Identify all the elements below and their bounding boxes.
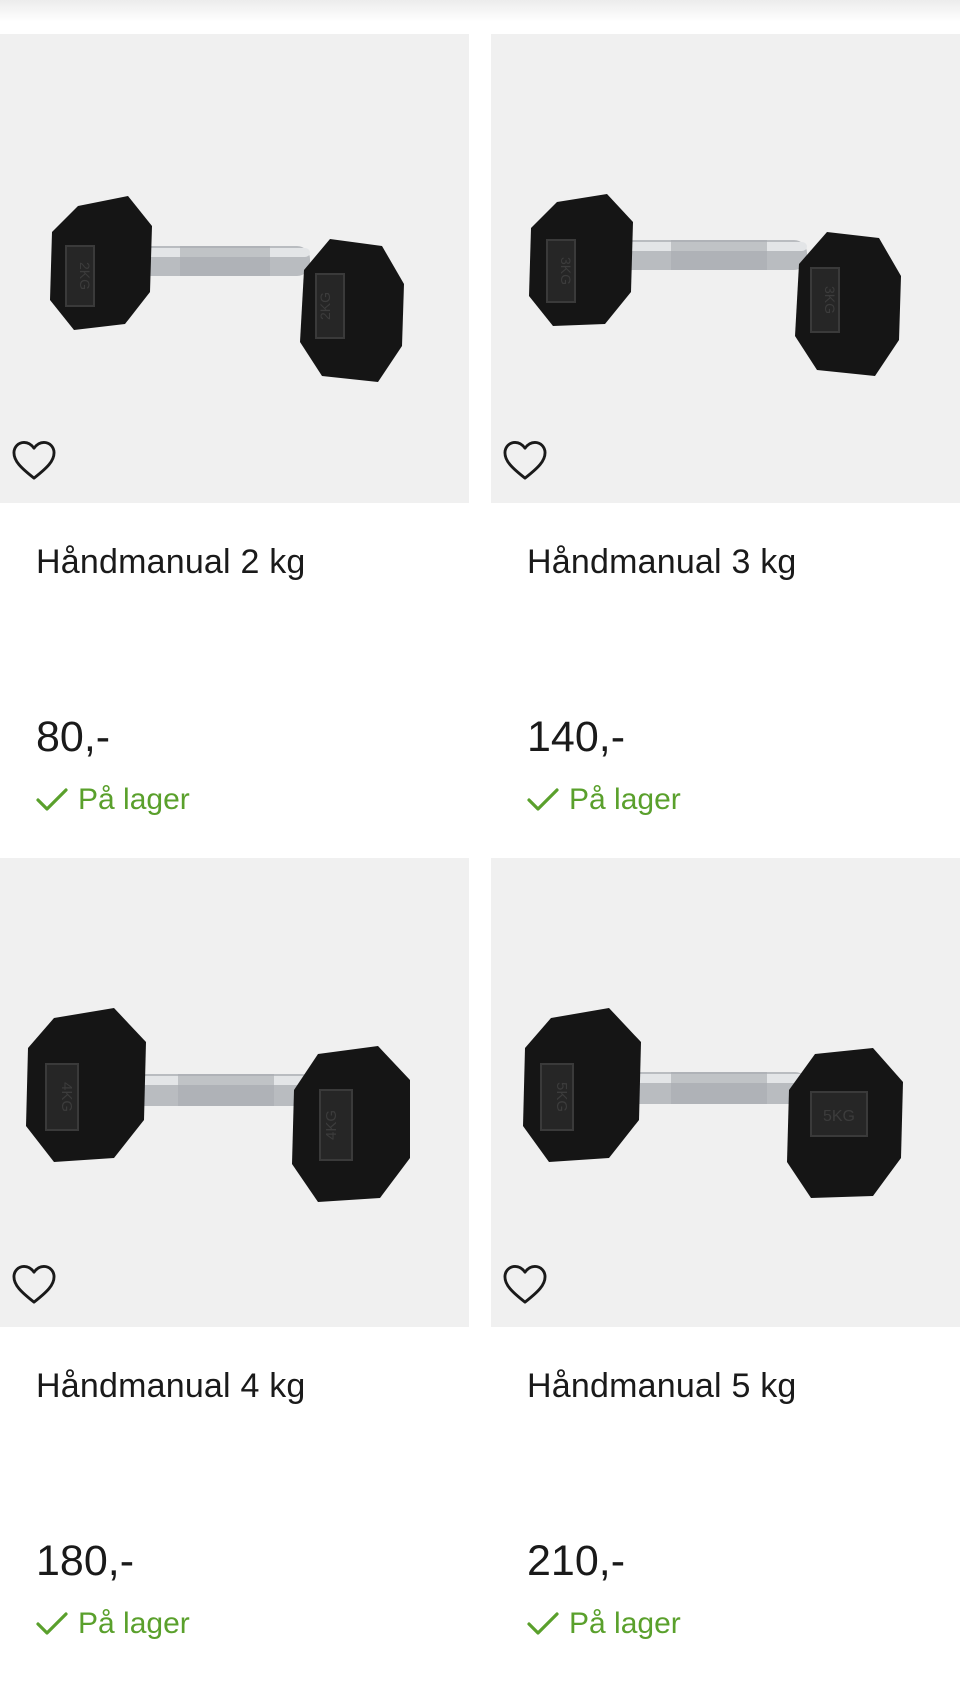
dumbbell-image: 5KG 5KG [523, 1008, 903, 1198]
checkmark-icon [34, 1606, 70, 1642]
stock-status: På lager [525, 782, 681, 818]
weight-label-left: 4KG [58, 1082, 75, 1112]
product-title[interactable]: Håndmanual 5 kg [527, 1366, 797, 1406]
weight-label-left: 2KG [77, 262, 93, 290]
product-image-area[interactable]: 3KG 3KG [491, 34, 960, 503]
product-title[interactable]: Håndmanual 3 kg [527, 542, 797, 582]
favorite-heart-icon[interactable] [10, 436, 58, 484]
dumbbell-image: 3KG 3KG [529, 194, 901, 376]
weight-label-right: 5KG [823, 1108, 855, 1125]
checkmark-icon [525, 1606, 561, 1642]
favorite-heart-icon[interactable] [10, 1260, 58, 1308]
favorite-heart-icon[interactable] [501, 436, 549, 484]
product-card[interactable]: 5KG 5KG Håndmanual 5 kg 210,- På lager [491, 858, 960, 1682]
stock-status: På lager [34, 782, 190, 818]
stock-label: På lager [78, 783, 190, 816]
product-image-area[interactable]: 4KG 4KG [0, 858, 469, 1327]
product-price: 140,- [527, 713, 626, 761]
stock-label: På lager [569, 1607, 681, 1640]
checkmark-icon [525, 782, 561, 818]
checkmark-icon [34, 782, 70, 818]
weight-label-right: 2KG [317, 292, 333, 320]
product-image-area[interactable]: 2KG 2KG [0, 34, 469, 503]
product-title[interactable]: Håndmanual 2 kg [36, 542, 306, 582]
weight-label-right: 3KG [822, 286, 838, 314]
weight-label-left: 5KG [553, 1082, 570, 1112]
product-card[interactable]: 2KG 2KG Håndmanual 2 kg 80,- På lager [0, 34, 469, 858]
weight-label-left: 3KG [558, 257, 574, 285]
stock-status: På lager [525, 1606, 681, 1642]
dumbbell-image: 4KG 4KG [26, 1008, 410, 1202]
product-grid: 2KG 2KG Håndmanual 2 kg 80,- På lager 3K… [0, 34, 960, 1682]
product-card[interactable]: 4KG 4KG Håndmanual 4 kg 180,- På lager [0, 858, 469, 1682]
product-price: 180,- [36, 1537, 135, 1585]
stock-label: På lager [569, 783, 681, 816]
product-title[interactable]: Håndmanual 4 kg [36, 1366, 306, 1406]
product-image-area[interactable]: 5KG 5KG [491, 858, 960, 1327]
product-price: 80,- [36, 713, 111, 761]
favorite-heart-icon[interactable] [501, 1260, 549, 1308]
stock-status: På lager [34, 1606, 190, 1642]
weight-label-right: 4KG [323, 1110, 340, 1140]
top-edge-shadow [0, 0, 960, 22]
stock-label: På lager [78, 1607, 190, 1640]
product-card[interactable]: 3KG 3KG Håndmanual 3 kg 140,- På lager [491, 34, 960, 858]
product-price: 210,- [527, 1537, 626, 1585]
dumbbell-image: 2KG 2KG [50, 196, 404, 382]
